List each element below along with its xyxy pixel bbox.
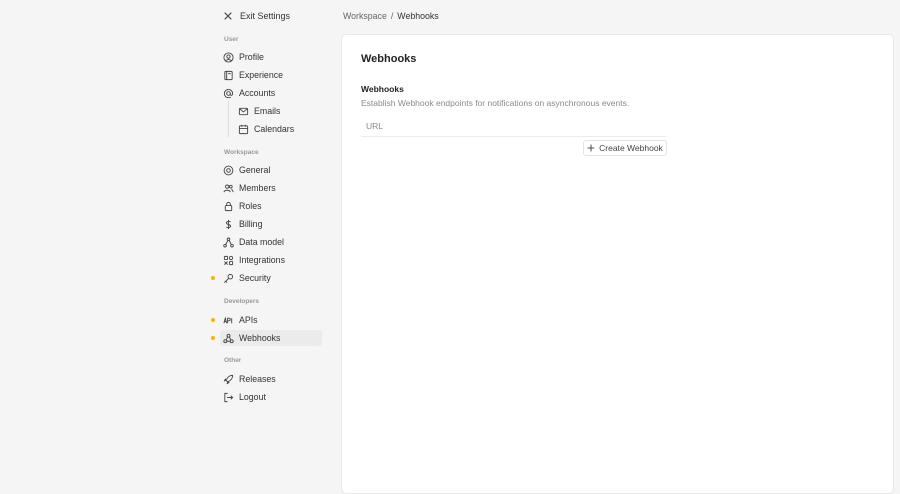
sidebar-item-label: Members <box>239 183 276 193</box>
webhook-icon <box>223 333 234 344</box>
page-title: Webhooks <box>361 53 417 65</box>
webhooks-table-header: URL <box>361 115 666 137</box>
breadcrumb: Workspace / Webhooks <box>343 11 439 21</box>
sidebar-item-releases[interactable]: Releases <box>220 371 322 387</box>
settings-sidebar: Exit Settings User Profile Experience Ac… <box>0 0 330 484</box>
sidebar-item-data-model[interactable]: Data model <box>220 234 322 250</box>
sidebar-item-label: Accounts <box>239 88 276 98</box>
sidebar-item-label: Experience <box>239 70 284 80</box>
lock-icon <box>223 201 234 212</box>
webhooks-notification-dot <box>211 336 215 340</box>
sidebar-item-label: APIs <box>239 315 258 325</box>
sidebar-item-general[interactable]: General <box>220 162 322 178</box>
sidebar-item-webhooks[interactable]: Webhooks <box>220 330 322 346</box>
at-sign-icon <box>223 88 234 99</box>
book-icon <box>223 70 234 81</box>
sidebar-item-roles[interactable]: Roles <box>220 198 322 214</box>
rocket-icon <box>223 374 234 385</box>
key-icon <box>223 273 234 284</box>
sidebar-item-profile[interactable]: Profile <box>220 49 322 65</box>
sidebar-item-label: Profile <box>239 52 264 62</box>
sidebar-item-integrations[interactable]: Integrations <box>220 252 322 268</box>
sidebar-item-experience[interactable]: Experience <box>220 67 322 83</box>
section-title-workspace: Workspace <box>224 149 259 156</box>
sidebar-item-label: Calendars <box>254 124 295 134</box>
breadcrumb-separator: / <box>390 11 394 21</box>
sidebar-item-label: General <box>239 165 271 175</box>
sidebar-item-label: Billing <box>239 219 263 229</box>
apis-notification-dot <box>211 318 215 322</box>
sidebar-item-label: Logout <box>239 392 266 402</box>
sidebar-item-label: Integrations <box>239 255 285 265</box>
users-icon <box>223 183 234 194</box>
sidebar-item-accounts[interactable]: Accounts <box>220 85 322 101</box>
section-heading: Webhooks <box>361 84 404 94</box>
webhooks-panel: Webhooks Webhooks Establish Webhook endp… <box>341 34 894 494</box>
section-title-developers: Developers <box>224 298 260 305</box>
sidebar-item-security[interactable]: Security <box>220 270 322 286</box>
settings-icon <box>223 165 234 176</box>
sidebar-item-label: Webhooks <box>239 333 281 343</box>
breadcrumb-workspace-link[interactable]: Workspace <box>343 11 387 21</box>
sidebar-item-billing[interactable]: Billing <box>220 216 322 232</box>
close-icon <box>222 10 234 22</box>
apps-icon <box>223 255 234 266</box>
plus-icon <box>587 144 595 152</box>
section-description: Establish Webhook endpoints for notifica… <box>361 98 630 108</box>
logout-icon <box>223 392 234 403</box>
sidebar-item-logout[interactable]: Logout <box>220 389 322 405</box>
sidebar-item-label: Roles <box>239 201 262 211</box>
exit-settings-button[interactable]: Exit Settings <box>222 8 290 24</box>
create-webhook-label: Create Webhook <box>599 143 663 153</box>
security-notification-dot <box>211 276 215 280</box>
sidebar-item-label: Data model <box>239 237 284 247</box>
mail-icon <box>238 106 249 117</box>
section-title-other: Other <box>224 357 242 364</box>
user-circle-icon <box>223 51 234 63</box>
sidebar-item-apis[interactable]: APIs <box>220 312 322 328</box>
sidebar-item-emails[interactable]: Emails <box>235 103 321 119</box>
column-header-url: URL <box>366 120 384 131</box>
dollar-sign-icon <box>223 219 234 230</box>
sidebar-item-members[interactable]: Members <box>220 180 322 196</box>
sidebar-item-label: Security <box>239 273 271 283</box>
exit-settings-label: Exit Settings <box>240 11 291 21</box>
hierarchy-icon <box>223 237 234 248</box>
sidebar-item-label: Emails <box>254 106 281 116</box>
submenu-guide-line <box>228 101 229 137</box>
calendar-icon <box>238 124 249 135</box>
sidebar-item-calendars[interactable]: Calendars <box>235 121 321 137</box>
api-icon <box>223 315 234 326</box>
breadcrumb-current: Webhooks <box>397 11 439 21</box>
section-title-user: User <box>224 36 239 43</box>
sidebar-item-label: Releases <box>239 374 276 384</box>
create-webhook-button[interactable]: Create Webhook <box>583 140 667 156</box>
